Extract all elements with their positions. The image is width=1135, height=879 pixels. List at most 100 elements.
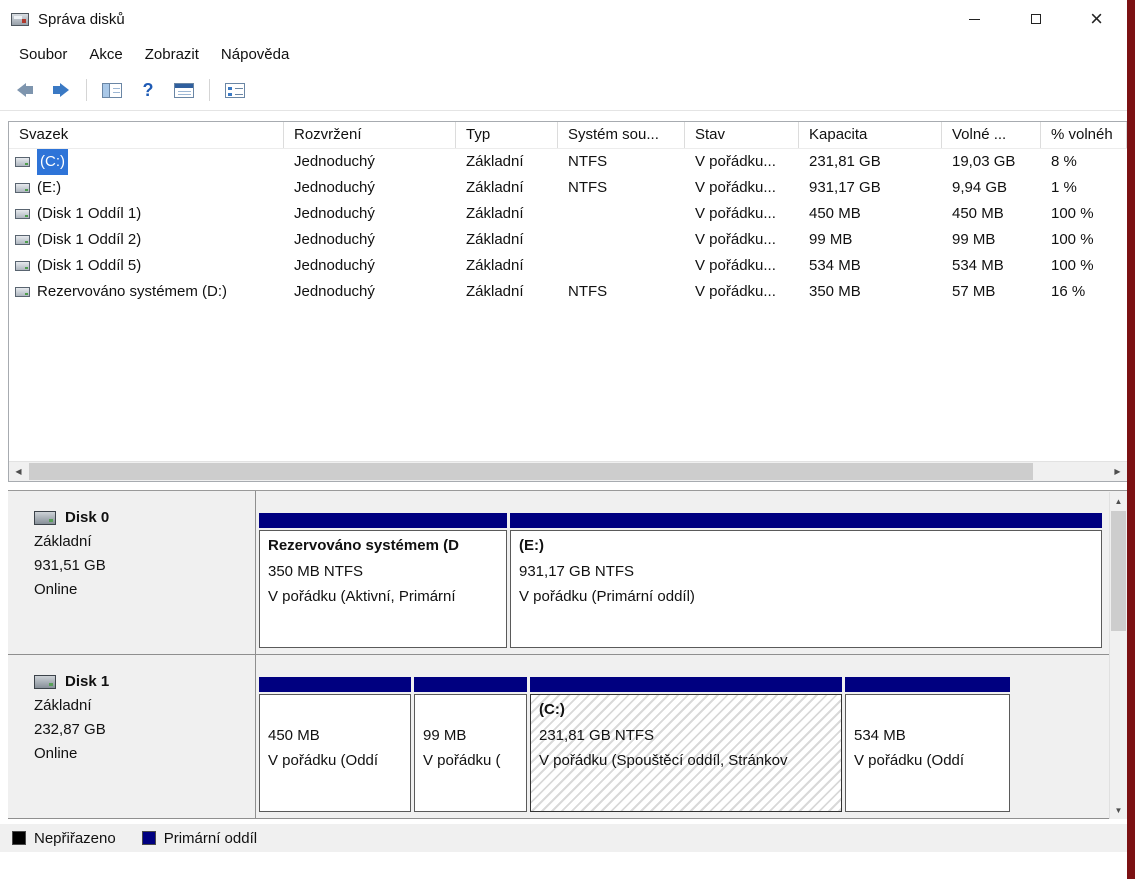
column-header-typ[interactable]: Typ [456,122,558,148]
window-title: Správa disků [38,11,125,28]
volume-layout: Jednoduchý [284,227,456,253]
legend-label: Nepřiřazeno [34,830,116,847]
column-header-pct-volneho[interactable]: % volnéh [1041,122,1127,148]
titlebar[interactable]: Správa disků [0,0,1127,38]
table-row[interactable]: (Disk 1 Oddíl 5) Jednoduchý Základní V p… [9,253,1127,279]
partition-size: 931,17 GB NTFS [519,559,1101,584]
volume-layout: Jednoduchý [284,253,456,279]
desktop: Správa disků Soubor Akce Zobrazit Nápově… [0,0,1135,879]
partition-99mb[interactable]: 99 MB V pořádku ( [414,677,527,818]
partition-status: V pořádku (Aktivní, Primární [268,584,506,609]
console-tree-button[interactable] [99,77,125,103]
volume-free: 534 MB [942,253,1041,279]
volume-type: Základní [456,253,558,279]
close-button[interactable] [1066,0,1127,38]
partition-system-reserved[interactable]: Rezervováno systémem (D 350 MB NTFS V po… [259,513,507,654]
volume-free: 99 MB [942,227,1041,253]
disk-name: Disk 1 [65,673,109,690]
maximize-icon [1031,14,1041,24]
partition-size: 450 MB [268,723,410,748]
table-row[interactable]: Rezervováno systémem (D:) Jednoduchý Zák… [9,279,1127,305]
scroll-left-arrow-icon[interactable] [9,462,28,481]
partition-title [423,699,526,723]
volume-filesystem: NTFS [558,149,685,175]
volume-status: V pořádku... [685,253,799,279]
primary-partition-swatch [142,831,156,845]
partition-c-selected[interactable]: (C:) 231,81 GB NTFS V pořádku (Spouštěcí… [530,677,842,818]
horizontal-scroll-track[interactable] [28,462,1108,481]
action-pane-button[interactable] [171,77,197,103]
volume-layout: Jednoduchý [284,201,456,227]
table-row[interactable]: (Disk 1 Oddíl 2) Jednoduchý Základní V p… [9,227,1127,253]
volume-name: (Disk 1 Oddíl 5) [37,253,141,279]
volume-filesystem [558,227,685,253]
volume-icon [15,261,30,271]
volume-name: (Disk 1 Oddíl 2) [37,227,141,253]
menu-soubor[interactable]: Soubor [8,42,78,67]
menu-zobrazit[interactable]: Zobrazit [134,42,210,67]
app-icon [11,13,29,26]
console-tree-icon [102,83,122,98]
legend-item-primary-partition: Primární oddíl [142,830,257,847]
volume-type: Základní [456,149,558,175]
volume-capacity: 931,17 GB [799,175,942,201]
partition-e[interactable]: (E:) 931,17 GB NTFS V pořádku (Primární … [510,513,1102,654]
column-header-system-souboru[interactable]: Systém sou... [558,122,685,148]
volume-free: 57 MB [942,279,1041,305]
action-pane-icon [174,83,194,98]
vertical-scrollbar[interactable] [1109,492,1127,819]
volume-filesystem [558,253,685,279]
horizontal-scroll-thumb[interactable] [29,463,1033,480]
maximize-button[interactable] [1005,0,1066,38]
partition-color-band [259,513,507,528]
disk-row-1: Disk 1 Základní 232,87 GB Online 450 MB [8,655,1109,819]
column-header-kapacita[interactable]: Kapacita [799,122,942,148]
legend-item-unallocated: Nepřiřazeno [12,830,116,847]
help-button[interactable] [135,77,161,103]
disk1-partitions: 450 MB V pořádku (Oddí 99 MB V pořádku ( [256,655,1109,818]
volume-free: 19,03 GB [942,149,1041,175]
volume-free-pct: 16 % [1041,279,1127,305]
disk0-info[interactable]: Disk 0 Základní 931,51 GB Online [8,491,256,654]
scroll-right-arrow-icon[interactable] [1108,462,1127,481]
vertical-scroll-thumb[interactable] [1111,511,1126,631]
volume-status: V pořádku... [685,279,799,305]
menu-napoveda[interactable]: Nápověda [210,42,300,67]
volume-name: (Disk 1 Oddíl 1) [37,201,141,227]
minimize-button[interactable] [944,0,1005,38]
partition-534mb[interactable]: 534 MB V pořádku (Oddí [845,677,1010,818]
partition-color-band [530,677,842,692]
partition-450mb[interactable]: 450 MB V pořádku (Oddí [259,677,411,818]
horizontal-scrollbar[interactable] [9,461,1127,481]
properties-button[interactable] [222,77,248,103]
volume-icon [15,235,30,245]
window-controls [944,0,1127,38]
column-header-svazek[interactable]: Svazek [9,122,284,148]
disk1-info[interactable]: Disk 1 Základní 232,87 GB Online [8,655,256,818]
disk-capacity: 931,51 GB [34,554,255,578]
menu-akce[interactable]: Akce [78,42,133,67]
disk-management-window: Správa disků Soubor Akce Zobrazit Nápově… [0,0,1127,879]
column-header-volne[interactable]: Volné ... [942,122,1041,148]
partition-status: V pořádku ( [423,748,526,773]
forward-button[interactable] [48,77,74,103]
volume-filesystem: NTFS [558,279,685,305]
scroll-down-arrow-icon[interactable] [1110,801,1127,819]
partition-status: V pořádku (Spouštěcí oddíl, Stránkov [539,748,841,773]
column-header-stav[interactable]: Stav [685,122,799,148]
volume-free: 450 MB [942,201,1041,227]
forward-icon [53,83,69,97]
back-button[interactable] [12,77,38,103]
unallocated-swatch [12,831,26,845]
volume-free-pct: 1 % [1041,175,1127,201]
table-row[interactable]: (E:) Jednoduchý Základní NTFS V pořádku.… [9,175,1127,201]
disk-status: Online [34,578,255,602]
scroll-up-arrow-icon[interactable] [1110,492,1127,510]
disk-icon [34,675,56,689]
disk-icon [34,511,56,525]
table-row[interactable]: (Disk 1 Oddíl 1) Jednoduchý Základní V p… [9,201,1127,227]
volume-free: 9,94 GB [942,175,1041,201]
volume-free-pct: 100 % [1041,227,1127,253]
table-row[interactable]: (C:) Jednoduchý Základní NTFS V pořádku.… [9,149,1127,175]
column-header-rozvrzeni[interactable]: Rozvržení [284,122,456,148]
